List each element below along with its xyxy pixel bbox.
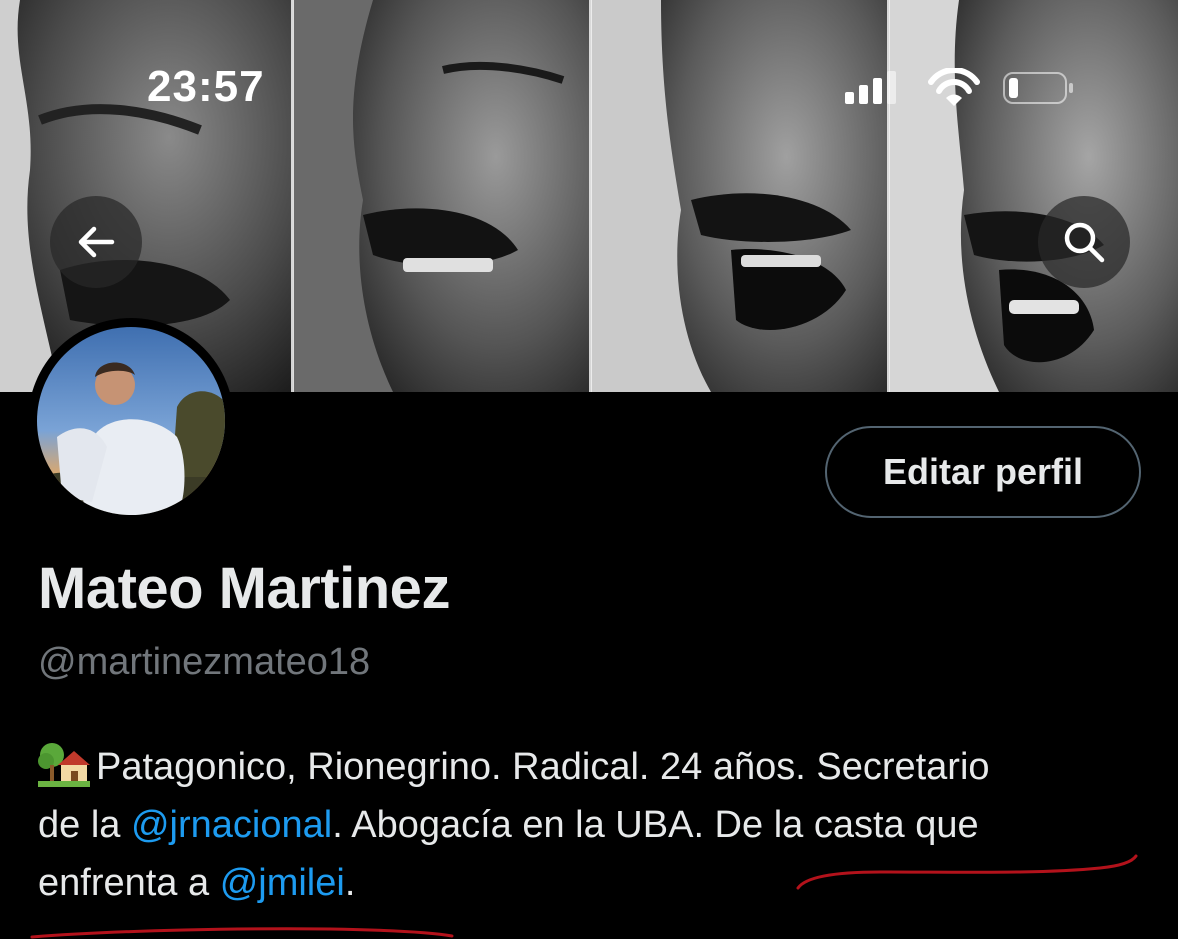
- bio-text: de la: [38, 804, 131, 846]
- status-time: 23:57: [147, 62, 265, 111]
- arrow-left-icon: [78, 226, 115, 258]
- profile-bio: Patagonico, Rionegrino. Radical. 24 años…: [38, 738, 1168, 912]
- house-with-garden-icon: [38, 743, 90, 787]
- banner-photo-panel: [591, 0, 889, 392]
- back-button[interactable]: [50, 196, 142, 288]
- avatar-photo: [37, 327, 225, 515]
- display-name: Mateo Martinez: [38, 556, 450, 621]
- search-button[interactable]: [1038, 196, 1130, 288]
- bio-line: Patagonico, Rionegrino. Radical. 24 años…: [38, 738, 1168, 796]
- bio-line: enfrenta a @jmilei.: [38, 854, 1168, 912]
- bio-text: . Abogacía en la UBA. De la casta que: [332, 804, 979, 846]
- user-handle: @martinezmateo18: [38, 641, 371, 683]
- bio-text: Patagonico, Rionegrino. Radical. 24 años…: [96, 746, 990, 788]
- edit-profile-button[interactable]: Editar perfil: [825, 426, 1141, 518]
- wifi-icon: [928, 67, 980, 106]
- banner-divider: [291, 0, 294, 392]
- bio-text: enfrenta a: [38, 862, 220, 904]
- status-icons: [845, 67, 1075, 108]
- battery-icon: [1003, 72, 1073, 104]
- banner-photo-panel: [889, 0, 1178, 392]
- avatar[interactable]: [28, 318, 234, 524]
- search-icon: [1064, 222, 1105, 263]
- cellular-signal-icon: [845, 71, 896, 104]
- mention-link-jmilei[interactable]: @jmilei: [220, 862, 345, 904]
- banner-divider: [589, 0, 592, 392]
- bio-line: de la @jrnacional. Abogacía en la UBA. D…: [38, 796, 1168, 854]
- banner-divider: [887, 0, 890, 392]
- bio-text: .: [344, 862, 356, 904]
- mention-link-jrnacional[interactable]: @jrnacional: [131, 804, 332, 846]
- banner-photo-panel: [293, 0, 591, 392]
